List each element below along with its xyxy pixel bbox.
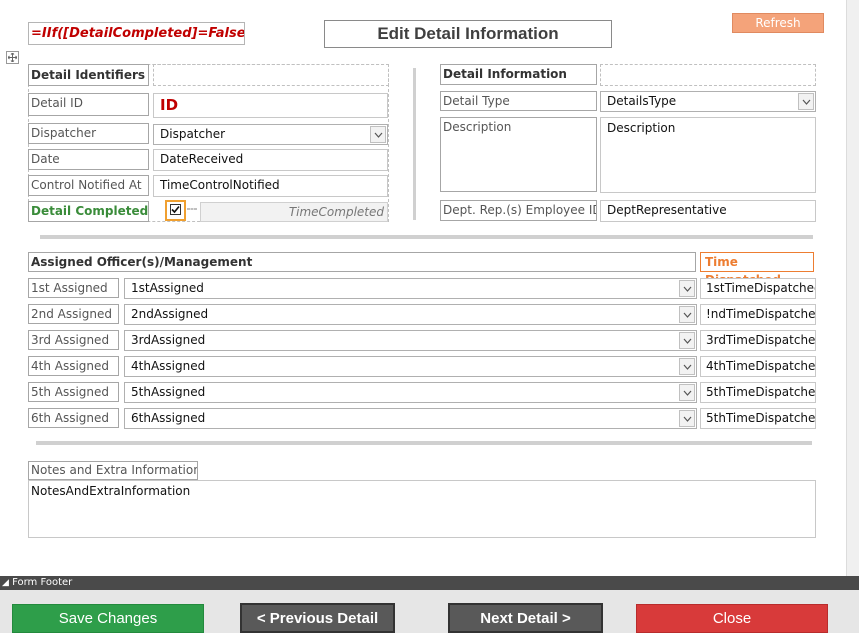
section-divider-horizontal — [36, 441, 812, 445]
close-label: Close — [712, 610, 752, 627]
time-dispatched-field[interactable]: !ndTimeDispatchec — [700, 304, 816, 325]
form-footer-label: Form Footer — [12, 577, 73, 588]
date-field[interactable]: DateReceived — [153, 149, 388, 171]
chevron-down-icon[interactable] — [679, 358, 695, 375]
detail-type-value: DetailsType — [607, 94, 677, 108]
dept-rep-field[interactable]: DeptRepresentative — [600, 200, 816, 222]
formula-textbox[interactable]: =IIf([DetailCompleted]=False, — [28, 22, 245, 45]
assigned-officer-value: 5thAssigned — [131, 385, 206, 399]
detail-identifiers-label: Detail Identifiers — [28, 64, 149, 86]
form-footer-bar: ◢ Form Footer — [0, 576, 859, 590]
assigned-row-label: 6th Assigned — [28, 408, 119, 428]
time-dispatched-field[interactable]: 5thTimeDispatchec — [700, 382, 816, 403]
next-detail-button[interactable]: Next Detail > — [448, 603, 603, 633]
notes-label: Notes and Extra Information — [28, 461, 198, 480]
detail-type-label: Detail Type — [440, 91, 597, 111]
chevron-down-icon[interactable] — [370, 126, 386, 143]
assigned-officer-value: 4thAssigned — [131, 359, 206, 373]
assigned-officer-combo[interactable]: 4thAssigned — [124, 356, 697, 377]
chevron-down-icon[interactable] — [679, 384, 695, 401]
information-header-placeholder — [600, 64, 816, 86]
dispatcher-label: Dispatcher — [28, 123, 149, 144]
checkmark-icon — [170, 204, 181, 215]
detail-type-combo[interactable]: DetailsType — [600, 91, 816, 112]
section-divider-vertical — [413, 68, 416, 220]
save-changes-button[interactable]: Save Changes — [12, 604, 204, 633]
move-handle-icon[interactable] — [6, 51, 19, 64]
time-completed-field[interactable]: TimeCompleted — [200, 202, 388, 222]
time-dispatched-label: Time Dispatched — [700, 252, 814, 287]
assigned-officer-combo[interactable]: 2ndAssigned — [124, 304, 697, 325]
notes-field[interactable]: NotesAndExtraInformation — [28, 480, 816, 538]
detail-id-label: Detail ID — [28, 93, 149, 116]
assigned-officer-value: 3rdAssigned — [131, 333, 206, 347]
description-label: Description — [440, 117, 597, 192]
assigned-officers-label: Assigned Officer(s)/Management — [28, 252, 696, 272]
time-completed-value: TimeCompleted — [288, 205, 384, 219]
detail-id-field[interactable]: ID — [153, 93, 388, 118]
assigned-row-label: 1st Assigned — [28, 278, 119, 298]
next-detail-label: Next Detail > — [480, 609, 571, 627]
identifiers-header-placeholder — [153, 64, 389, 86]
detail-completed-checkbox[interactable] — [165, 200, 186, 221]
checkbox-attach-marker — [187, 208, 197, 210]
close-button[interactable]: Close — [636, 604, 828, 633]
description-field[interactable]: Description — [600, 117, 816, 193]
time-dispatched-field[interactable]: 3rdTimeDispatchec — [700, 330, 816, 351]
previous-detail-label: < Previous Detail — [256, 609, 379, 627]
detail-id-value: ID — [160, 96, 179, 114]
chevron-down-icon[interactable] — [679, 410, 695, 427]
detail-information-label: Detail Information — [440, 64, 597, 85]
chevron-down-icon[interactable] — [679, 332, 695, 349]
arrow-down-icon: ◢ — [2, 578, 9, 588]
time-dispatched-field[interactable]: 4thTimeDispatchec — [700, 356, 816, 377]
assigned-officer-combo[interactable]: 6thAssigned — [124, 408, 697, 429]
time-dispatched-field[interactable]: 1stTimeDispatchec — [700, 278, 816, 299]
assigned-officer-value: 2ndAssigned — [131, 307, 209, 321]
dispatcher-combo[interactable]: Dispatcher — [153, 124, 388, 145]
refresh-button[interactable]: Refresh — [732, 13, 824, 33]
assigned-row-label: 3rd Assigned — [28, 330, 119, 350]
refresh-label: Refresh — [755, 16, 801, 30]
dispatcher-value: Dispatcher — [160, 127, 226, 141]
date-label: Date — [28, 149, 149, 170]
assigned-row-label: 4th Assigned — [28, 356, 119, 376]
save-changes-label: Save Changes — [58, 610, 158, 627]
assigned-officer-value: 1stAssigned — [131, 281, 204, 295]
assigned-officer-combo[interactable]: 3rdAssigned — [124, 330, 697, 351]
control-notified-field[interactable]: TimeControlNotified — [153, 175, 388, 197]
formula-text: =IIf([DetailCompleted]=False, — [31, 26, 245, 41]
chevron-down-icon[interactable] — [798, 93, 814, 110]
previous-detail-button[interactable]: < Previous Detail — [240, 603, 395, 633]
detail-completed-label: Detail Completed — [28, 201, 149, 222]
section-divider-horizontal — [40, 235, 813, 239]
page-title-text: Edit Detail Information — [377, 24, 559, 43]
time-dispatched-field[interactable]: 5thTimeDispatchec — [700, 408, 816, 429]
assigned-officer-value: 6thAssigned — [131, 411, 206, 425]
assigned-row-label: 2nd Assigned — [28, 304, 119, 324]
page-title: Edit Detail Information — [324, 20, 612, 48]
dept-rep-label: Dept. Rep.(s) Employee ID — [440, 200, 597, 221]
chevron-down-icon[interactable] — [679, 280, 695, 297]
assigned-row-label: 5th Assigned — [28, 382, 119, 402]
assigned-officer-combo[interactable]: 1stAssigned — [124, 278, 697, 299]
vertical-scrollbar-track[interactable] — [846, 0, 859, 576]
control-notified-label: Control Notified At — [28, 175, 149, 196]
assigned-officer-combo[interactable]: 5thAssigned — [124, 382, 697, 403]
chevron-down-icon[interactable] — [679, 306, 695, 323]
